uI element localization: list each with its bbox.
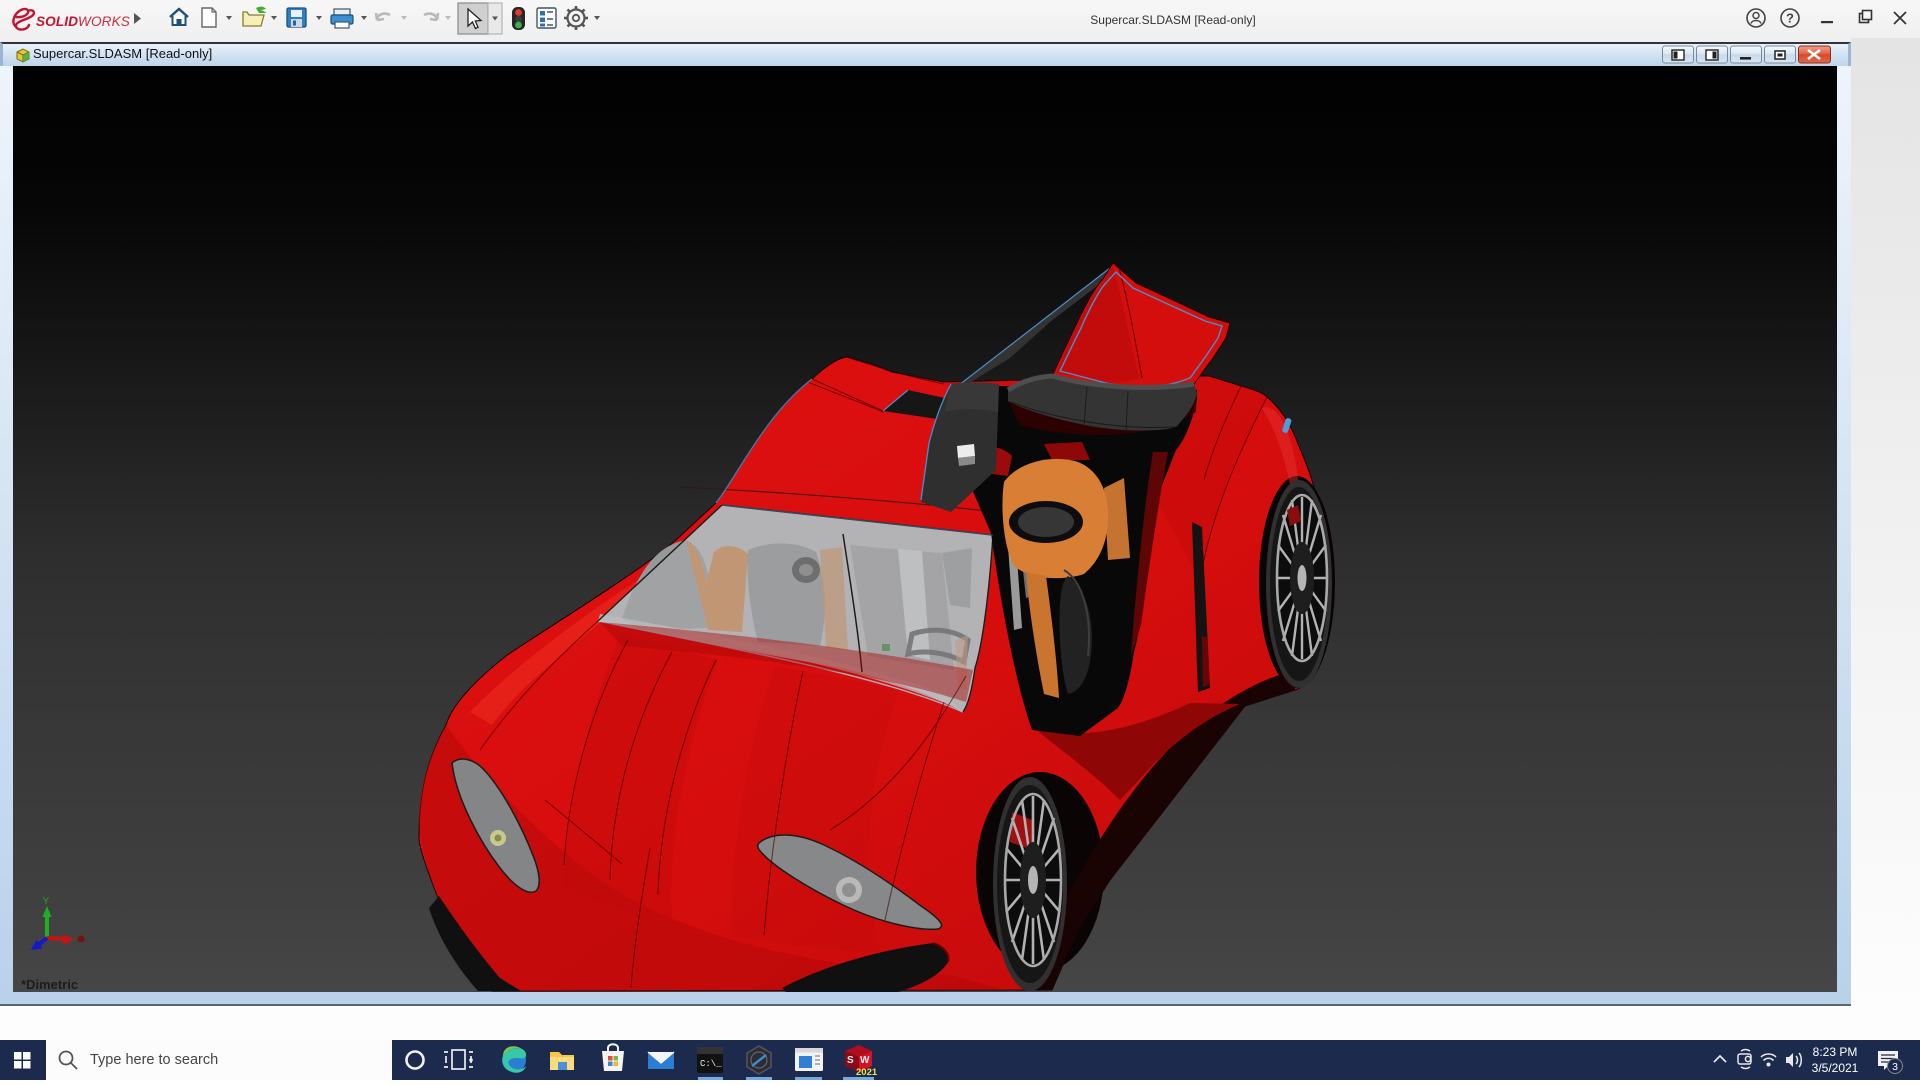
svg-text:C:\_: C:\_ [700,1059,722,1069]
svg-text:?: ? [1786,11,1794,26]
svg-text:3: 3 [1892,1061,1898,1073]
svg-text:2021: 2021 [856,1067,878,1078]
svg-text:*Dimetric: *Dimetric [21,977,78,992]
svg-text:W: W [860,1055,870,1066]
svg-text:SOLIDWORKS: SOLIDWORKS [36,14,130,29]
svg-text:S: S [847,1055,854,1066]
svg-text:Y: Y [43,896,50,907]
